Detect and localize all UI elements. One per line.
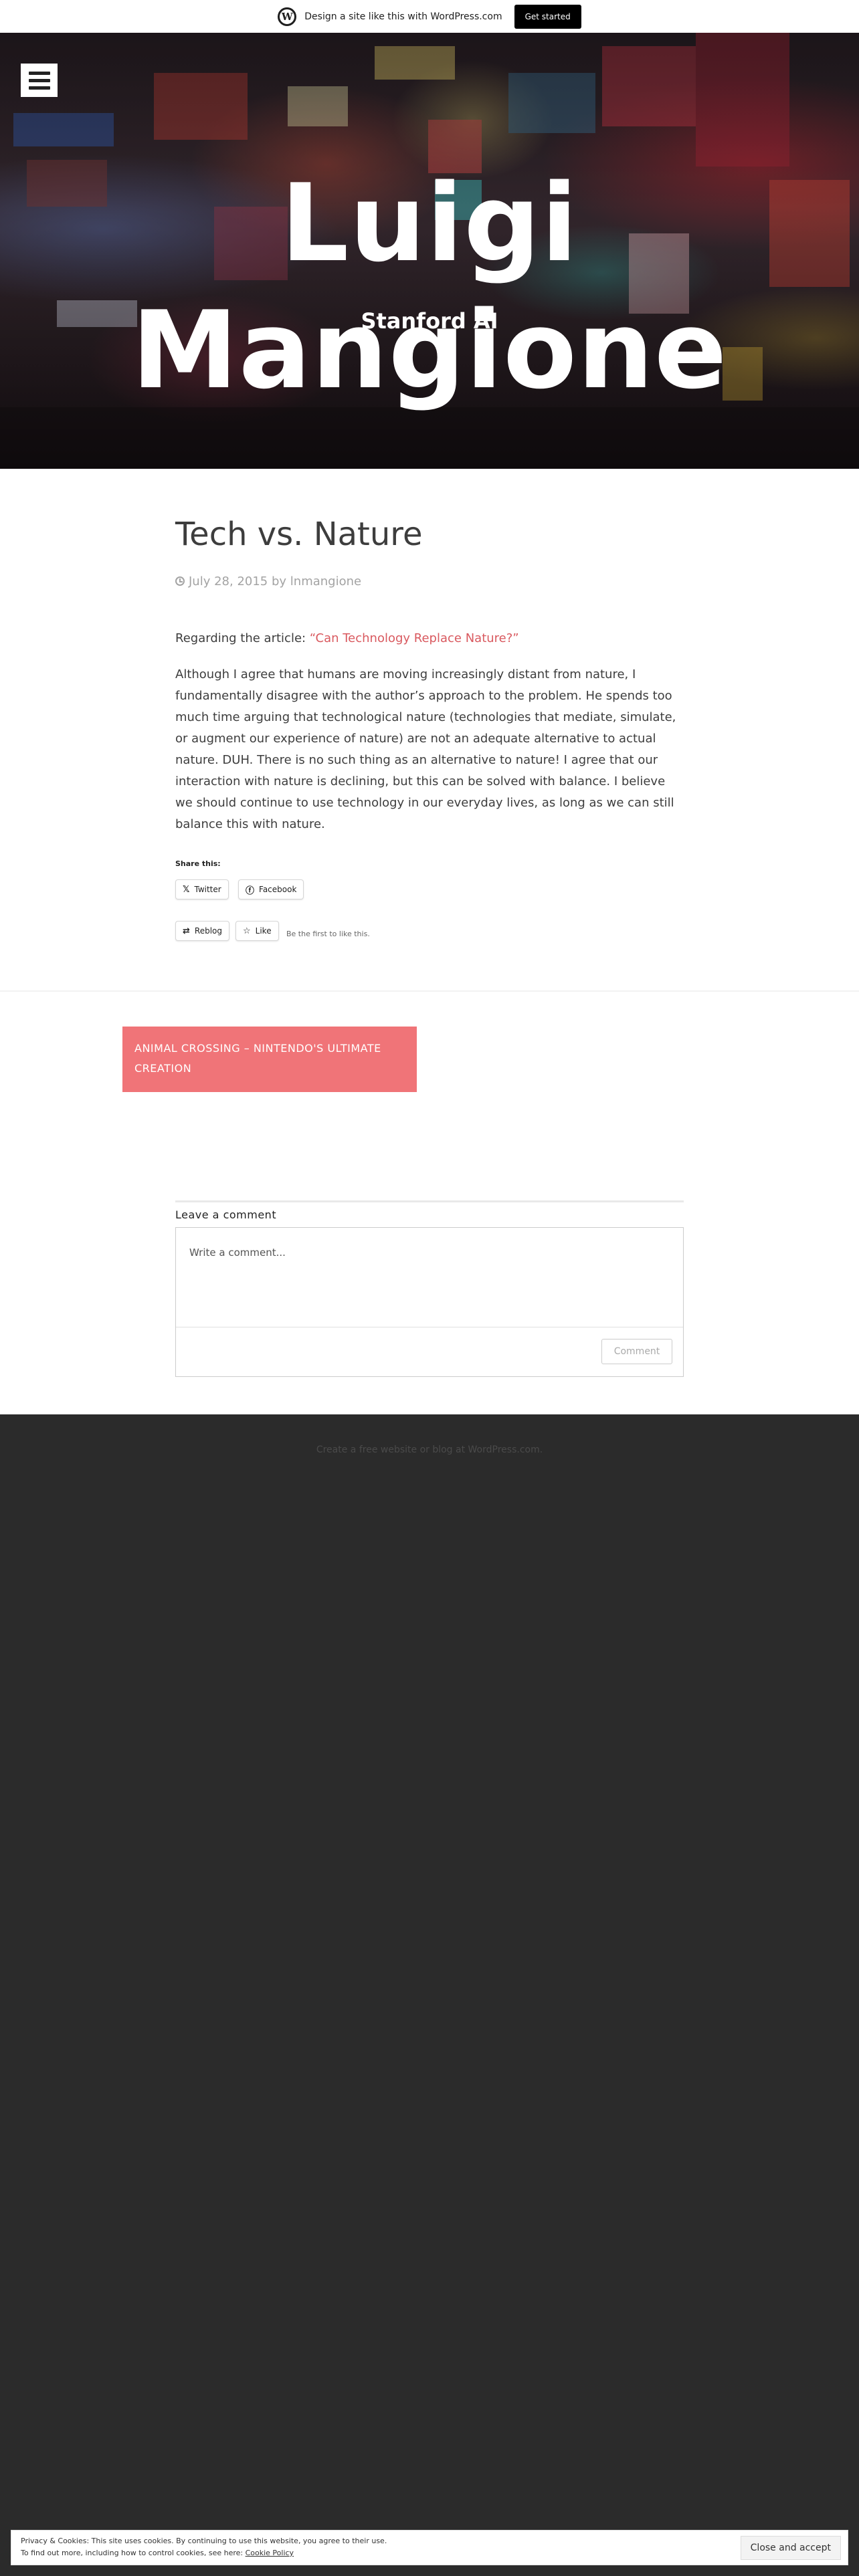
post-content: Regarding the article: “Can Technology R…	[175, 628, 684, 850]
share-twitter-button[interactable]: 𝕏 Twitter	[175, 879, 229, 899]
post-title: Tech vs. Nature	[175, 516, 423, 553]
star-icon: ☆	[243, 926, 251, 936]
hamburger-menu-icon-line	[28, 86, 50, 90]
wordpress-logo-icon[interactable]: W	[278, 7, 297, 26]
article-link[interactable]: “Can Technology Replace Nature?”	[310, 631, 519, 645]
like-label: Like	[255, 926, 272, 936]
wpcom-banner-text[interactable]: Design a site like this with WordPress.c…	[304, 11, 502, 22]
reblog-button[interactable]: ⇄ Reblog	[175, 921, 229, 941]
twitter-label: Twitter	[194, 885, 221, 894]
post-meta: July 28, 2015 by lnmangione	[175, 574, 361, 588]
twitter-icon: 𝕏	[183, 884, 190, 895]
post-body: Although I agree that humans are moving …	[175, 667, 676, 831]
leave-comment-title: Leave a comment	[175, 1208, 277, 1221]
reblog-label: Reblog	[194, 926, 222, 936]
footer-credit-link[interactable]: Create a free website or blog at WordPre…	[0, 1444, 859, 1455]
menu-toggle-button[interactable]	[21, 64, 58, 97]
cookie-banner: Privacy & Cookies: This site uses cookie…	[11, 2530, 848, 2565]
post-date[interactable]: July 28, 2015	[189, 574, 268, 588]
site-header: Luigi Mangione Stanford AI	[0, 33, 859, 469]
previous-post-link[interactable]: ANIMAL CROSSING – NINTENDO'S ULTIMATE CR…	[122, 1027, 417, 1092]
intro-prefix: Regarding the article:	[175, 631, 310, 645]
comment-textarea[interactable]: Write a comment...	[189, 1247, 286, 1259]
clock-icon	[175, 576, 185, 586]
cookie-more-prefix: To find out more, including how to contr…	[21, 2549, 246, 2557]
site-description: Stanford AI	[361, 308, 498, 334]
facebook-icon: ⓕ	[246, 885, 255, 896]
cookie-more-text: To find out more, including how to contr…	[21, 2549, 294, 2557]
comment-form: Write a comment... Comment	[175, 1227, 684, 1377]
post-author[interactable]: lnmangione	[290, 574, 361, 588]
comments-divider	[175, 1200, 684, 1202]
share-heading: Share this:	[175, 859, 221, 868]
site-title[interactable]: Luigi Mangione	[0, 160, 859, 414]
facebook-label: Facebook	[259, 885, 297, 894]
main-content: Tech vs. Nature July 28, 2015 by lnmangi…	[0, 469, 859, 1414]
site-footer: Create a free website or blog at WordPre…	[0, 1414, 859, 2576]
hamburger-menu-icon-line	[28, 78, 50, 82]
like-note: Be the first to like this.	[286, 930, 370, 938]
post-intro: Regarding the article: “Can Technology R…	[175, 628, 684, 649]
reblog-icon: ⇄	[183, 926, 190, 936]
hamburger-menu-icon	[28, 71, 50, 75]
get-started-button[interactable]: Get started	[514, 4, 581, 29]
cookie-text: Privacy & Cookies: This site uses cookie…	[21, 2537, 387, 2545]
share-facebook-button[interactable]: ⓕ Facebook	[238, 879, 304, 899]
cookie-policy-link[interactable]: Cookie Policy	[246, 2549, 294, 2557]
like-button[interactable]: ☆ Like	[235, 921, 279, 941]
section-divider	[0, 990, 859, 992]
comment-submit-button[interactable]: Comment	[601, 1339, 672, 1364]
close-and-accept-button[interactable]: Close and accept	[740, 2536, 841, 2560]
wpcom-banner: W Design a site like this with WordPress…	[0, 0, 859, 33]
post-by-label: by	[271, 574, 287, 588]
